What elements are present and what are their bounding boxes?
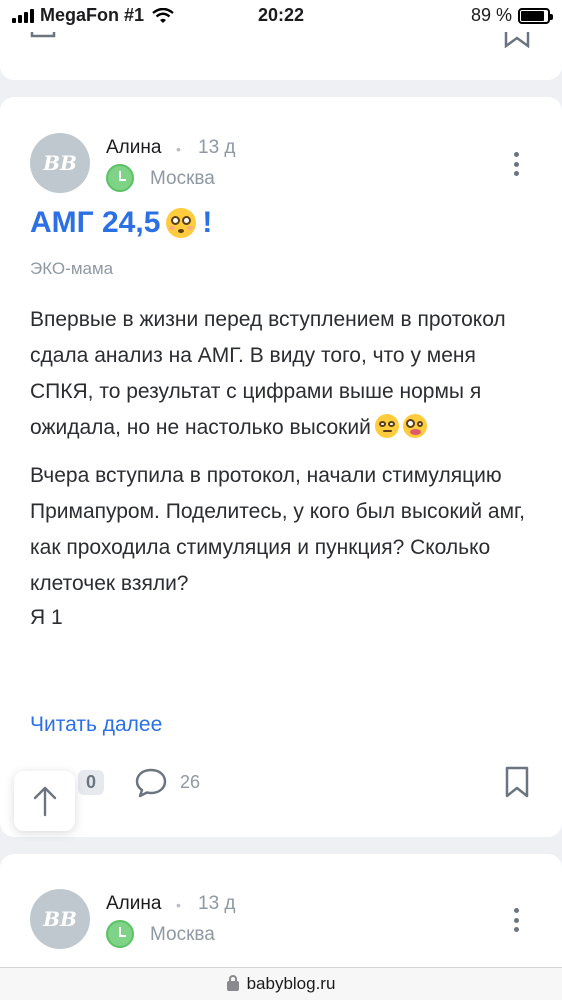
clock-icon (106, 920, 134, 948)
post-paragraph-text: Впервые в жизни перед вступлением в прот… (30, 308, 506, 439)
comment-count: 26 (180, 772, 201, 792)
status-bar: MegaFon #1 20:22 89 % (0, 0, 562, 32)
post-paragraph: Вчера вступила в протокол, начали стимул… (30, 464, 525, 595)
arrow-up-icon (33, 786, 56, 817)
more-vertical-icon[interactable] (506, 149, 526, 179)
author-name[interactable]: Алина (106, 137, 161, 159)
avatar[interactable]: ВВ (30, 889, 90, 949)
post-card: ВВ Алина • 13 д Москва АМГ 24,5 ! ЭКО-ма… (0, 97, 562, 837)
author-name[interactable]: Алина (106, 893, 161, 915)
community-label[interactable]: ЭКО-мама (30, 259, 113, 279)
zany-face-icon (402, 414, 427, 438)
scroll-top-button[interactable] (14, 771, 75, 831)
bookmark-icon[interactable] (504, 765, 530, 799)
post-time: 13 д (198, 137, 236, 158)
post-title-suffix: ! (202, 206, 213, 239)
status-right: 89 % (470, 5, 553, 26)
post-time: 13 д (198, 893, 236, 914)
city-name: Москва (150, 168, 215, 189)
post-title-text: АМГ 24,5 (30, 206, 161, 239)
comment-icon[interactable] (134, 767, 168, 799)
more-vertical-icon[interactable] (506, 905, 526, 935)
battery-icon (518, 7, 553, 24)
read-more-link[interactable]: Читать далее (30, 713, 162, 737)
post-card: ВВ Алина • 13 д Москва (0, 854, 562, 984)
flushed-face-icon (166, 208, 197, 238)
city-name: Москва (150, 924, 215, 945)
avatar[interactable]: ВВ (30, 133, 90, 193)
clock-icon (106, 164, 134, 192)
separator-dot: • (176, 141, 181, 157)
browser-url-bar[interactable]: babyblog.ru (0, 967, 562, 1000)
post-title[interactable]: АМГ 24,5 ! (30, 206, 212, 240)
post-paragraph: Я 1 (30, 606, 63, 629)
battery-percent: 89 % (470, 5, 512, 25)
separator-dot: • (176, 897, 181, 913)
lock-icon (226, 975, 239, 991)
post-actions: 0 26 (30, 765, 530, 805)
url-text: babyblog.ru (246, 974, 336, 993)
raised-eyebrow-face-icon (374, 414, 399, 438)
post-body: Впервые в жизни перед вступлением в прот… (30, 302, 540, 648)
like-count[interactable]: 0 (78, 770, 105, 795)
post-paragraph: Впервые в жизни перед вступлением в прот… (30, 302, 540, 446)
